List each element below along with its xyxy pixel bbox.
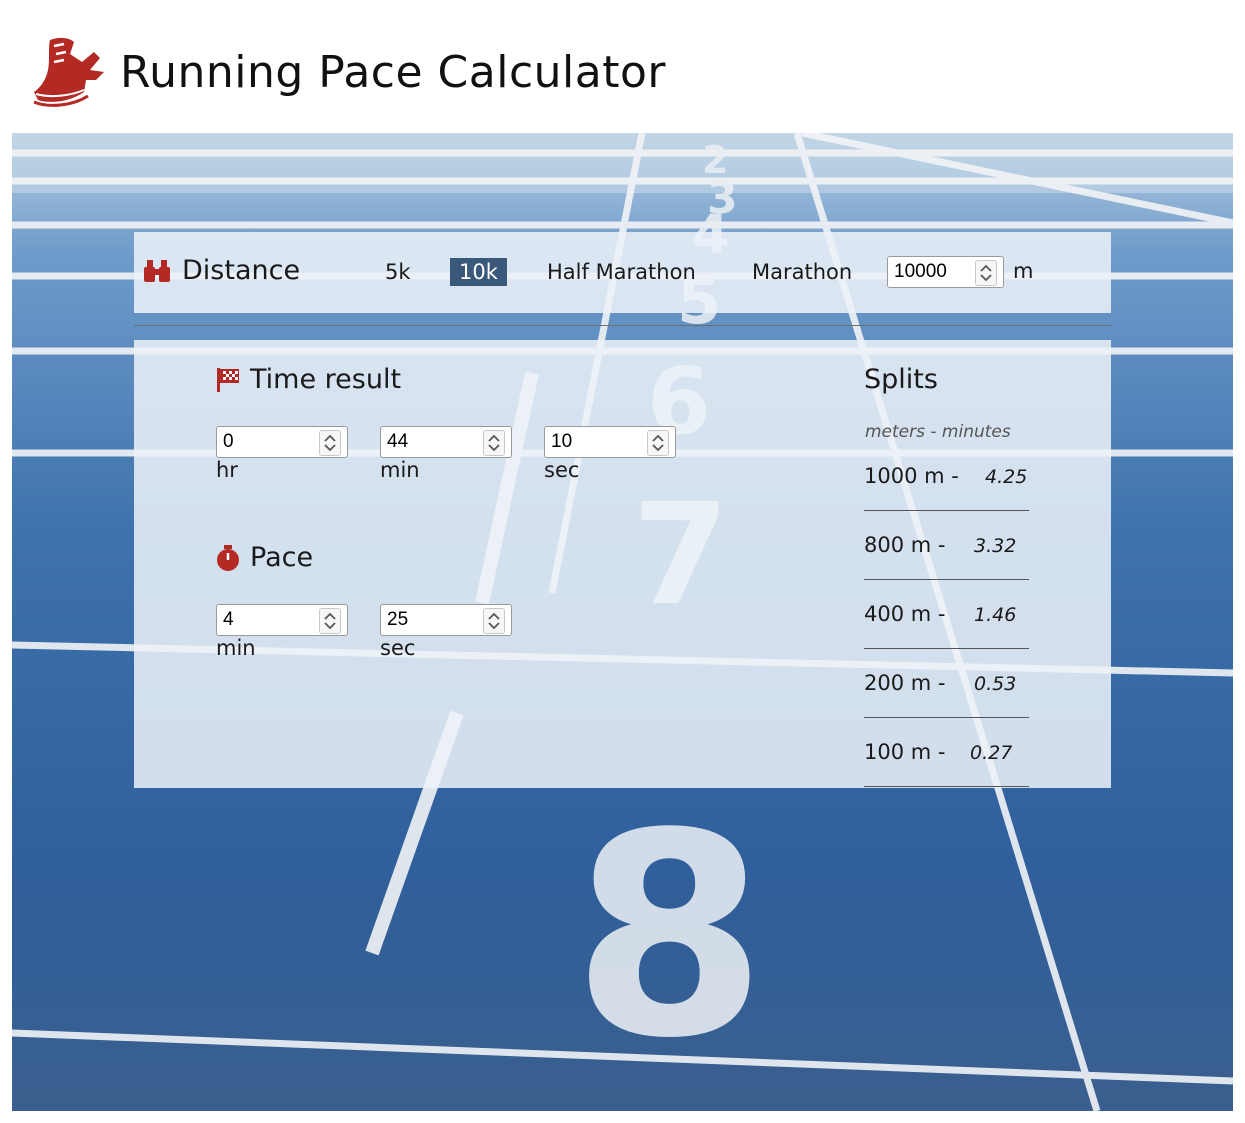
stepper-arrows-icon — [324, 612, 336, 630]
time-seconds-unit: sec — [544, 458, 580, 482]
calculator-panel: Time result 0 hr 44 min 10 sec Pace 4 mi… — [134, 340, 1111, 788]
split-distance: 400 m - — [864, 602, 946, 626]
pace-seconds-unit: sec — [380, 636, 416, 660]
split-time: 0.53 — [974, 673, 1017, 695]
stepper-arrows-icon — [652, 434, 664, 452]
pace-seconds-input[interactable]: 25 — [380, 604, 512, 636]
distance-input-value: 10000 — [894, 261, 947, 282]
stepper-arrows-icon — [980, 264, 992, 282]
app-header: Running Pace Calculator — [30, 30, 666, 114]
pace-seconds-value: 25 — [387, 609, 409, 630]
time-seconds-input[interactable]: 10 — [544, 426, 676, 458]
distance-option-10k[interactable]: 10k — [450, 258, 507, 286]
split-distance: 1000 m - — [864, 464, 959, 488]
split-row: 100 m - 0.27 — [864, 717, 1029, 787]
pace-minutes-input[interactable]: 4 — [216, 604, 348, 636]
split-distance: 100 m - — [864, 740, 946, 764]
stepper-arrows-icon — [324, 434, 336, 452]
split-time: 1.46 — [974, 604, 1017, 626]
time-minutes-value: 44 — [387, 431, 409, 452]
time-minutes-unit: min — [380, 458, 420, 482]
split-time: 4.25 — [985, 466, 1028, 488]
stopwatch-icon — [217, 544, 239, 571]
distance-option-5k[interactable]: 5k — [376, 258, 420, 286]
time-result-heading: Time result — [216, 364, 401, 395]
checkered-flag-icon — [217, 367, 239, 392]
pace-minutes-stepper[interactable] — [319, 608, 341, 634]
split-row: 1000 m - 4.25 — [864, 441, 1029, 511]
splits-subtitle: meters - minutes — [865, 422, 1011, 442]
pace-label: Pace — [250, 542, 314, 573]
time-hours-unit: hr — [216, 458, 238, 482]
running-shoe-icon — [33, 37, 104, 107]
pace-heading: Pace — [216, 542, 313, 573]
section-divider — [134, 325, 1111, 326]
distance-panel: Distance 5k 10k Half Marathon Marathon 1… — [134, 232, 1111, 313]
distance-label: Distance — [182, 255, 301, 286]
time-seconds-stepper[interactable] — [647, 430, 669, 456]
pace-minutes-value: 4 — [223, 609, 234, 630]
distance-unit: m — [1013, 259, 1034, 283]
split-time: 0.27 — [970, 742, 1013, 764]
distance-input[interactable]: 10000 — [887, 256, 1004, 288]
splits-title: Splits — [864, 364, 938, 395]
distance-option-marathon[interactable]: Marathon — [743, 258, 861, 286]
stepper-arrows-icon — [488, 612, 500, 630]
split-row: 400 m - 1.46 — [864, 579, 1029, 649]
pace-seconds-stepper[interactable] — [483, 608, 505, 634]
time-hours-value: 0 — [223, 431, 234, 452]
stepper-arrows-icon — [488, 434, 500, 452]
distance-option-half-marathon[interactable]: Half Marathon — [538, 258, 705, 286]
split-row: 800 m - 3.32 — [864, 510, 1029, 580]
split-time: 3.32 — [974, 535, 1017, 557]
distance-stepper[interactable] — [975, 260, 997, 286]
binoculars-icon — [144, 259, 170, 282]
pace-minutes-unit: min — [216, 636, 256, 660]
distance-heading: Distance — [142, 255, 300, 286]
time-hours-input[interactable]: 0 — [216, 426, 348, 458]
time-result-label: Time result — [250, 364, 402, 395]
time-minutes-stepper[interactable] — [483, 430, 505, 456]
split-row: 200 m - 0.53 — [864, 648, 1029, 718]
time-minutes-input[interactable]: 44 — [380, 426, 512, 458]
page-title: Running Pace Calculator — [120, 46, 666, 98]
svg-text:8: 8 — [572, 774, 767, 1100]
split-distance: 200 m - — [864, 671, 946, 695]
time-hours-stepper[interactable] — [319, 430, 341, 456]
time-seconds-value: 10 — [551, 431, 573, 452]
split-distance: 800 m - — [864, 533, 946, 557]
